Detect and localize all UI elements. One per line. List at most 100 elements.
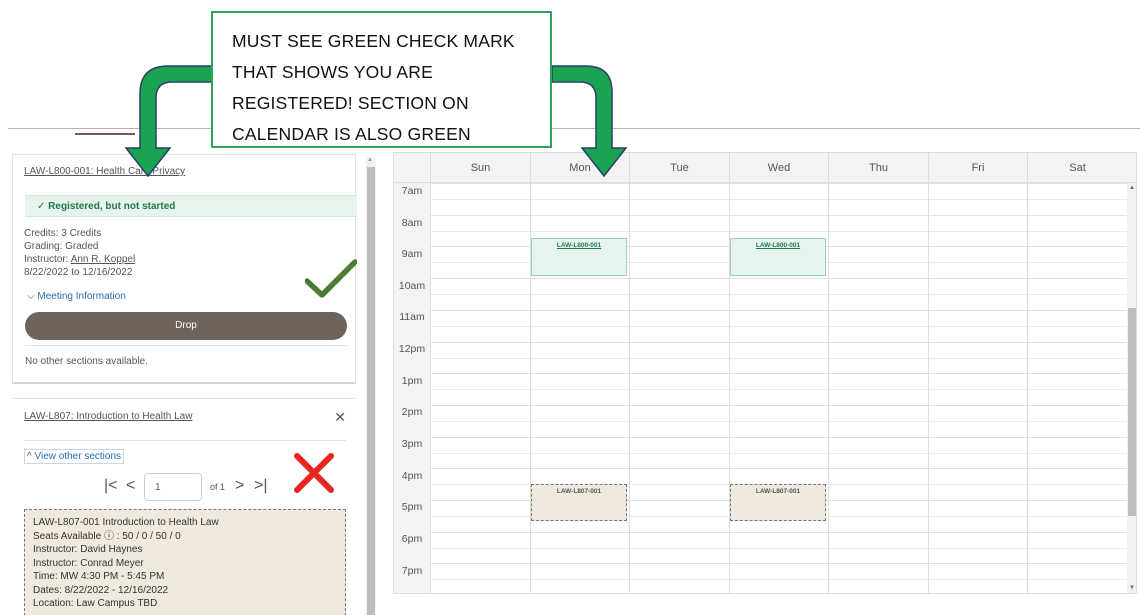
large-red-x-icon [294,453,334,493]
time-label: 2pm [401,406,423,418]
calendar-event-registered[interactable]: LAW-L800-001 [531,238,627,276]
instructor-row: Instructor: Ann R. Koppel [24,253,135,266]
callout-line: THAT SHOWS YOU ARE [232,62,433,82]
day-gridline [828,183,829,593]
day-header-sun: Sun [430,153,530,183]
calendar-header: Sun Mon Tue Wed Thu Fri Sat [394,153,1136,183]
time-label: 12pm [398,343,426,355]
time-label: 7am [401,185,423,197]
time-label: 10am [398,280,426,292]
first-page-icon[interactable]: |< [104,477,118,495]
instructor-link[interactable]: Ann R. Koppel [71,254,136,265]
hour-gridline [430,405,1130,406]
calendar-scrollbar[interactable]: ▲ ▼ [1127,183,1136,593]
hour-gridline [430,278,1130,279]
day-header-tue: Tue [629,153,729,183]
course-title-link[interactable]: LAW-L807: Introduction to Health Law [24,411,192,422]
day-header-sat: Sat [1027,153,1127,183]
no-other-sections-text: No other sections available. [25,356,148,367]
view-other-label: View other sections [34,451,122,462]
half-hour-gridline [430,231,1130,232]
hour-gridline [430,342,1130,343]
credits-text: Credits: 3 Credits [24,228,102,239]
calendar-event-planned[interactable]: LAW-L807-001 [730,484,826,521]
callout-line: REGISTERED! SECTION ON [232,93,469,113]
check-icon: ✓ [37,201,46,212]
chevron-up-icon: ^ [27,451,32,462]
course-title-link[interactable]: LAW-L800-001: Health Care Privacy [24,166,185,177]
scrollbar-thumb[interactable] [1128,308,1136,516]
calendar-event-registered[interactable]: LAW-L800-001 [730,238,826,276]
instructor-label: Instructor: [24,254,71,265]
day-gridline [1027,183,1028,593]
view-other-sections-toggle[interactable]: ^ View other sections [24,449,125,464]
hour-gridline [430,532,1130,533]
time-label: 11am [399,311,425,323]
scroll-down-icon[interactable]: ▼ [1129,585,1135,591]
separator [25,345,347,346]
left-panel-scrollbar[interactable]: ▲ [366,157,376,615]
grading-text: Grading: Graded [24,241,99,252]
status-text: Registered, but not started [48,201,176,212]
page-number-input[interactable]: 1 [144,473,202,501]
hour-gridline [430,437,1130,438]
hour-gridline [430,183,1130,184]
time-label: 5pm [401,501,423,513]
time-label: 8am [401,217,423,229]
weekly-calendar: Sun Mon Tue Wed Thu Fri Sat 7am 8am 9am … [393,152,1137,594]
day-header-thu: Thu [828,153,928,183]
previous-page-icon[interactable]: < [126,477,135,495]
hour-gridline [430,310,1130,311]
hour-gridline [430,373,1130,374]
meeting-info-toggle[interactable]: ⌵ Meeting Information [27,291,126,302]
half-hour-gridline [430,579,1130,580]
date-range-text: 8/22/2022 to 12/16/2022 [24,267,133,278]
next-page-icon[interactable]: > [235,477,244,495]
section-title-text: LAW-L807-001 Introduction to Health Law [33,517,219,528]
half-hour-gridline [430,389,1130,390]
day-gridline [629,183,630,593]
page-count-text: of 1 [210,482,226,492]
section-pager: |< < 1 of 1 > >| [104,473,284,503]
time-label: 6pm [401,533,423,545]
time-label: 9am [401,248,423,260]
drop-button[interactable]: Drop [25,312,347,340]
close-icon[interactable]: ✕ [334,409,346,426]
time-label: 4pm [401,470,423,482]
calendar-event-planned[interactable]: LAW-L807-001 [531,484,627,521]
half-hour-gridline [430,548,1130,549]
section-detail-box[interactable]: LAW-L807-001 Introduction to Health Law … [24,509,346,615]
day-header-fri: Fri [928,153,1027,183]
hour-gridline [430,563,1130,564]
time-label: 3pm [401,438,423,450]
tab-indicator [75,133,135,135]
registration-status-bar: ✓ Registered, but not started [25,195,357,217]
meeting-info-label: Meeting Information [37,291,126,302]
day-header-mon: Mon [530,153,629,183]
time-label: 1pm [401,375,423,387]
course-list-panel: LAW-L800-001: Health Care Privacy ✓ Regi… [0,150,380,615]
time-label: 7pm [401,565,423,577]
day-header-wed: Wed [729,153,828,183]
location-text: Location: Law Campus TBD [33,598,158,609]
instructor-text: Instructor: David Haynes [33,544,143,555]
divider-line [8,128,1140,129]
half-hour-gridline [430,199,1130,200]
scroll-up-icon[interactable]: ▲ [367,157,373,163]
half-hour-gridline [430,326,1130,327]
half-hour-gridline [430,358,1130,359]
instructor-text: Instructor: Conrad Meyer [33,557,144,569]
instruction-callout: MUST SEE GREEN CHECK MARK THAT SHOWS YOU… [211,11,552,148]
last-page-icon[interactable]: >| [254,477,268,495]
course-meta: Credits: 3 Credits Grading: Graded Instr… [24,227,135,279]
half-hour-gridline [430,453,1130,454]
large-green-check-icon [305,259,357,298]
scrollbar-thumb[interactable] [367,167,375,615]
hour-gridline [430,215,1130,216]
callout-line: MUST SEE GREEN CHECK MARK [232,31,515,51]
time-column: 7am 8am 9am 10am 11am 12pm 1pm 2pm 3pm 4… [394,183,430,593]
separator [24,440,346,441]
scroll-up-icon[interactable]: ▲ [1129,185,1135,191]
seats-available-text: Seats Available ⓘ : 50 / 0 / 50 / 0 [33,530,181,542]
time-text: Time: MW 4:30 PM - 5:45 PM [33,571,165,582]
